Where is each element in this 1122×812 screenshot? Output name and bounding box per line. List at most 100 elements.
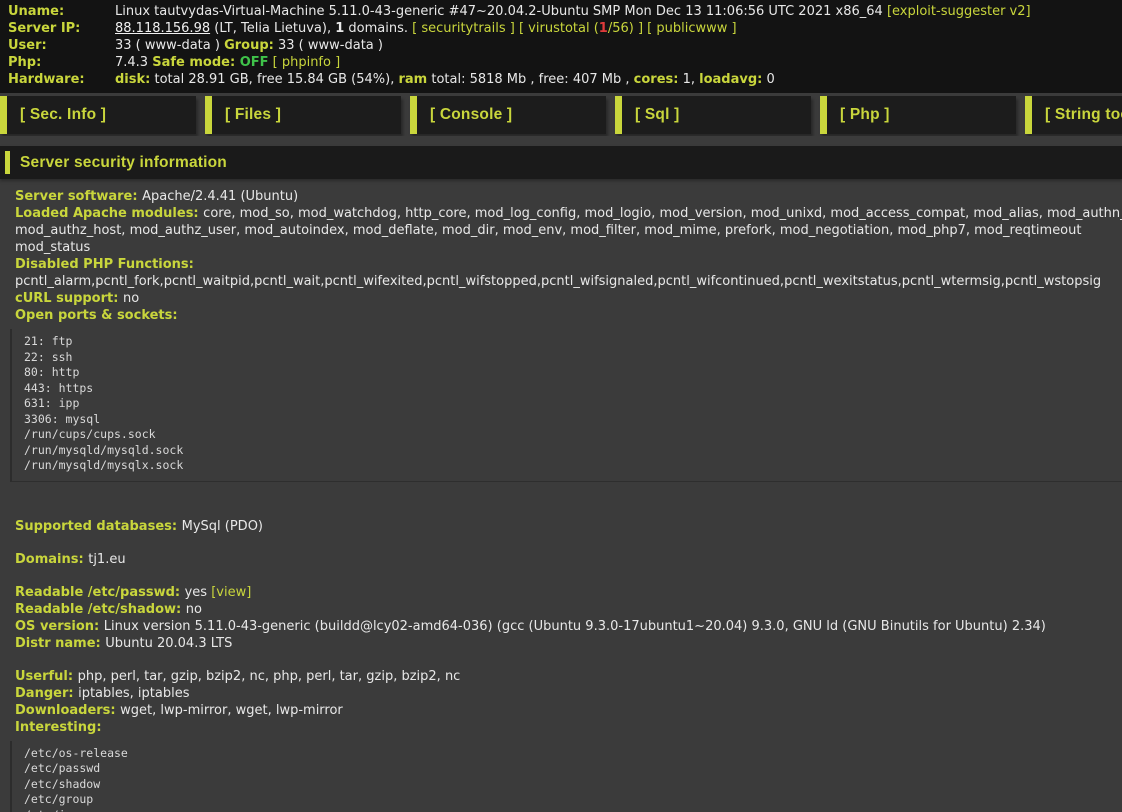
apache-modules-line-2: mod_authz_host, mod_authz_user, mod_auto… (15, 222, 1122, 239)
tab-sql[interactable]: [ Sql ] (615, 96, 811, 134)
shadow-label: Readable /etc/shadow: (15, 602, 186, 617)
cores-label: cores: (634, 72, 679, 87)
disk-value: total 28.91 GB, free 15.84 GB (54%), (150, 72, 398, 87)
server-ip-label: Server IP: (8, 20, 115, 37)
passwd-view-link[interactable]: [view] (211, 585, 251, 600)
user-row: User: 33 ( www-data ) Group: 33 ( www-da… (8, 37, 1114, 54)
virustotal-close: /56) ] (608, 21, 647, 36)
spacer (15, 535, 1122, 551)
curl-line: cURL support: no (15, 290, 1122, 307)
apache-modules-line-1: Loaded Apache modules: core, mod_so, mod… (15, 205, 1122, 222)
php-value: 7.4.3 Safe mode: OFF [ phpinfo ] (115, 54, 340, 71)
userful-label: Userful: (15, 669, 78, 684)
passwd-value: yes (185, 585, 212, 600)
userful-line: Userful: php, perl, tar, gzip, bzip2, nc… (15, 668, 1122, 685)
domains-line: Domains: tj1.eu (15, 551, 1122, 568)
ip-location-text: (LT, Telia Lietuva), (210, 21, 335, 36)
accent-bar (5, 151, 10, 174)
danger-line: Danger: iptables, iptables (15, 685, 1122, 702)
safe-mode-label: Safe mode: (152, 55, 239, 70)
passwd-line: Readable /etc/passwd: yes [view] (15, 584, 1122, 601)
os-version-label: OS version: (15, 619, 104, 634)
databases-line: Supported databases: MySql (PDO) (15, 518, 1122, 535)
php-version: 7.4.3 (115, 55, 152, 70)
server-info-header: Uname: Linux tautvydas-Virtual-Machine 5… (0, 0, 1122, 93)
tab-string-tools[interactable]: [ String tools ] (1025, 96, 1122, 134)
os-version-line: OS version: Linux version 5.11.0-43-gene… (15, 618, 1122, 635)
section-header: Server security information (0, 146, 1122, 179)
publicwww-link[interactable]: [ publicwww ] (647, 21, 736, 36)
user-value: 33 ( www-data ) Group: 33 ( www-data ) (115, 37, 383, 54)
hardware-value: disk: total 28.91 GB, free 15.84 GB (54%… (115, 71, 775, 88)
curl-value: no (123, 291, 139, 306)
disabled-php-value-line: pcntl_alarm,pcntl_fork,pcntl_waitpid,pcn… (15, 273, 1122, 290)
distr-name-line: Distr name: Ubuntu 20.04.3 LTS (15, 635, 1122, 652)
curl-label: cURL support: (15, 291, 123, 306)
spacer (15, 652, 1122, 668)
domains-value: tj1.eu (88, 552, 125, 567)
uname-row: Uname: Linux tautvydas-Virtual-Machine 5… (8, 3, 1114, 20)
server-software-value: Apache/2.4.41 (Ubuntu) (142, 189, 298, 204)
server-ip-link[interactable]: 88.118.156.98 (115, 21, 210, 36)
open-ports-list: 21: ftp 22: ssh 80: http 443: https 631:… (10, 329, 1122, 482)
interesting-label: Interesting: (15, 720, 102, 735)
server-software-line: Server software: Apache/2.4.41 (Ubuntu) (15, 188, 1122, 205)
virustotal-open: [ virustotal ( (515, 21, 599, 36)
open-ports-label-line: Open ports & sockets: (15, 307, 1122, 324)
server-software-label: Server software: (15, 189, 142, 204)
spacer (15, 488, 1122, 518)
uname-label: Uname: (8, 3, 115, 20)
disabled-php-label: Disabled PHP Functions: (15, 257, 194, 272)
ram-value: total: 5818 Mb , free: 407 Mb , (427, 72, 633, 87)
downloaders-line: Downloaders: wget, lwp-mirror, wget, lwp… (15, 702, 1122, 719)
downloaders-label: Downloaders: (15, 703, 120, 718)
danger-label: Danger: (15, 686, 78, 701)
loadavg-value: 0 (762, 72, 774, 87)
section-title: Server security information (20, 154, 227, 172)
databases-label: Supported databases: (15, 519, 182, 534)
cores-value: 1, (678, 72, 699, 87)
apache-modules-label: Loaded Apache modules: (15, 206, 203, 221)
safe-mode-status: OFF (240, 55, 269, 70)
distr-name-label: Distr name: (15, 636, 105, 651)
hardware-row: Hardware: disk: total 28.91 GB, free 15.… (8, 71, 1114, 88)
tab-bar: [ Sec. Info ] [ Files ] [ Console ] [ Sq… (0, 96, 1122, 136)
tab-sec-info[interactable]: [ Sec. Info ] (0, 96, 196, 134)
group-text: 33 ( www-data ) (274, 38, 383, 53)
uname-value: Linux tautvydas-Virtual-Machine 5.11.0-4… (115, 3, 1031, 20)
danger-value: iptables, iptables (78, 686, 189, 701)
domains-label: Domains: (15, 552, 88, 567)
tab-console[interactable]: [ Console ] (410, 96, 606, 134)
hardware-label: Hardware: (8, 71, 115, 88)
loadavg-label: loadavg: (699, 72, 762, 87)
databases-value: MySql (PDO) (182, 519, 263, 534)
uname-text: Linux tautvydas-Virtual-Machine 5.11.0-4… (115, 4, 887, 19)
interesting-label-line: Interesting: (15, 719, 1122, 736)
tab-php[interactable]: [ Php ] (820, 96, 1016, 134)
securitytrails-link[interactable]: [ securitytrails ] (412, 21, 515, 36)
server-ip-value: 88.118.156.98 (LT, Telia Lietuva), 1 dom… (115, 20, 737, 37)
user-label: User: (8, 37, 115, 54)
disabled-php-label-line: Disabled PHP Functions: (15, 256, 1122, 273)
interesting-files-list: /etc/os-release /etc/passwd /etc/shadow … (10, 741, 1122, 812)
userful-value: php, perl, tar, gzip, bzip2, nc, php, pe… (78, 669, 461, 684)
disk-label: disk: (115, 72, 150, 87)
shadow-line: Readable /etc/shadow: no (15, 601, 1122, 618)
ram-label: ram (398, 72, 427, 87)
tab-files[interactable]: [ Files ] (205, 96, 401, 134)
downloaders-value: wget, lwp-mirror, wget, lwp-mirror (120, 703, 343, 718)
virustotal-link[interactable]: [ virustotal (1/56) ] (515, 21, 647, 36)
security-info-panel: Server software: Apache/2.4.41 (Ubuntu) … (0, 179, 1122, 812)
phpinfo-link[interactable]: [ phpinfo ] (269, 55, 341, 70)
php-label: Php: (8, 54, 115, 71)
virustotal-detections: 1 (599, 21, 608, 36)
server-ip-row: Server IP: 88.118.156.98 (LT, Telia Liet… (8, 20, 1114, 37)
domains-count: 1 (335, 21, 344, 36)
apache-modules-value-1: core, mod_so, mod_watchdog, http_core, m… (203, 206, 1122, 221)
exploit-suggester-link[interactable]: [exploit-suggester v2] (887, 4, 1031, 19)
os-version-value: Linux version 5.11.0-43-generic (buildd@… (104, 619, 1046, 634)
open-ports-label: Open ports & sockets: (15, 308, 178, 323)
spacer (15, 568, 1122, 584)
php-row: Php: 7.4.3 Safe mode: OFF [ phpinfo ] (8, 54, 1114, 71)
apache-modules-line-3: mod_status (15, 239, 1122, 256)
